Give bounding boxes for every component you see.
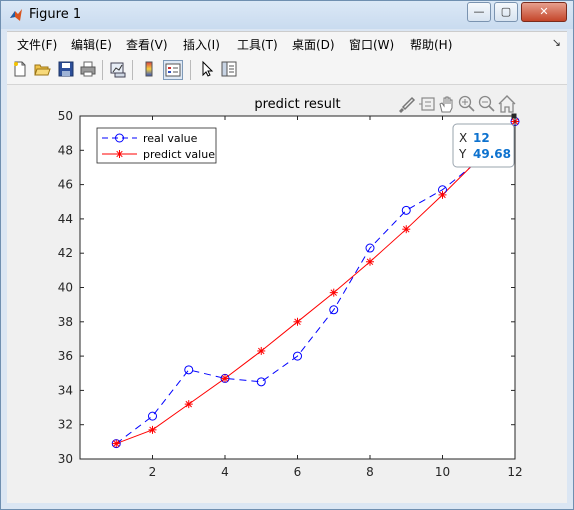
y-tick-label: 48 [58,143,73,157]
data-point-predict [402,225,411,234]
y-tick-label: 50 [58,109,73,123]
toolbar-separator [102,60,103,80]
y-tick-label: 40 [58,281,73,295]
x-tick-label: 4 [221,465,229,479]
pointer-icon[interactable] [198,60,216,78]
menu-file[interactable]: 文件(F) [17,36,57,53]
x-tick-label: 2 [149,465,157,479]
new-figure-icon[interactable] [11,60,29,78]
menu-tools[interactable]: 工具(T) [237,36,278,53]
x-tick-label: 10 [435,465,450,479]
data-point-predict [329,288,338,297]
y-tick-label: 30 [58,452,73,466]
insert-legend-icon[interactable] [163,60,183,80]
maximize-button[interactable]: ▢ [494,2,518,22]
datatip-icon[interactable] [419,97,435,111]
y-tick-label: 38 [58,315,73,329]
zoom-out-icon[interactable] [478,95,495,112]
figure-canvas: predict result 2 4 6 8 10 12 30 32 34 36 38 40 42 44 4… [7,85,567,503]
matlab-logo-icon [10,9,22,21]
y-tick-label: 42 [58,246,73,260]
title-bar[interactable]: Figure 1 — ▢ ✕ [1,1,573,29]
datatip-y-value: 49.68 [473,147,511,161]
toolbar-separator [190,60,191,80]
data-point-predict [148,425,157,434]
datatip-anchor-marker [511,113,517,119]
link-plot-icon[interactable] [109,60,127,78]
property-inspector-icon[interactable] [220,60,238,78]
menu-view[interactable]: 查看(V) [126,36,168,53]
menu-window[interactable]: 窗口(W) [349,36,394,53]
menu-bar: 文件(F) 编辑(E) 查看(V) 插入(I) 工具(T) 桌面(D) 窗口(W… [7,31,567,56]
legend-marker-predict [115,150,124,158]
x-tick-label: 8 [366,465,374,479]
axes-toolbar [399,95,516,113]
data-point-predict [366,257,374,266]
y-tick-label: 36 [58,349,73,363]
y-tick-label: 44 [58,212,73,226]
toolbar-separator [132,60,133,80]
insert-colorbar-icon[interactable] [140,60,158,78]
menu-desktop[interactable]: 桌面(D) [292,36,335,53]
datatip-y-label: Y [458,147,467,161]
data-point-predict [293,317,302,326]
data-point-predict [221,374,229,383]
pan-icon[interactable] [439,96,453,113]
legend-label-real: real value [143,132,198,145]
y-tick-label: 32 [58,418,73,432]
figure-toolbar [7,56,567,85]
menu-help[interactable]: 帮助(H) [410,36,452,53]
data-point-predict [438,190,447,199]
axes-background [80,116,515,459]
minimize-button[interactable]: — [467,2,491,22]
chart-title: predict result [254,97,340,112]
x-tick-label: 6 [294,465,302,479]
figure-window: Figure 1 — ▢ ✕ 文件(F) 编辑(E) 查看(V) 插入(I) 工… [0,0,574,510]
menu-edit[interactable]: 编辑(E) [71,36,112,53]
data-point-predict [112,439,121,448]
window-title: Figure 1 [29,7,82,22]
open-file-icon[interactable] [33,60,51,78]
zoom-in-icon[interactable] [458,95,475,112]
chart-legend[interactable]: real value predict value [96,127,217,164]
data-point-predict [184,400,193,409]
save-icon[interactable] [57,60,75,78]
brush-icon[interactable] [399,96,416,113]
y-tick-label: 34 [58,383,73,397]
y-tick-label: 46 [58,178,73,192]
close-button[interactable]: ✕ [521,2,567,22]
print-icon[interactable] [79,60,97,78]
menu-overflow-icon[interactable]: ↘ [552,36,561,49]
home-icon[interactable] [498,95,516,113]
menu-insert[interactable]: 插入(I) [183,36,220,53]
datatip-x-label: X [459,131,467,145]
data-point-predict [257,346,266,355]
legend-label-predict: predict value [143,148,215,161]
x-tick-label: 12 [507,465,522,479]
datatip-x-value: 12 [473,131,490,145]
chart-svg[interactable]: predict result 2 4 6 8 10 1230323436384042444… [7,85,567,503]
